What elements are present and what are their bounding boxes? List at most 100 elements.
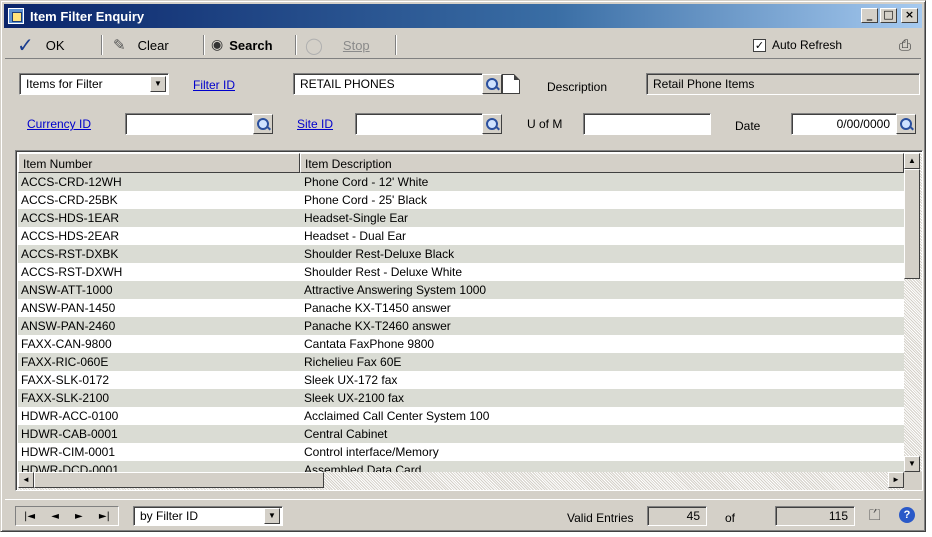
item-description-cell: Shoulder Rest-Deluxe Black xyxy=(304,247,455,261)
table-row[interactable]: ANSW-PAN-1450 Panache KX-T1450 answer xyxy=(18,299,904,317)
vertical-scrollbar[interactable]: ▲ ▼ xyxy=(904,153,922,472)
currency-id-lookup-icon[interactable] xyxy=(253,114,273,134)
item-description-cell: Richelieu Fax 60E xyxy=(304,355,402,369)
minimize-button[interactable]: _ xyxy=(861,8,878,23)
table-row[interactable]: ACCS-HDS-1EAR Headset-Single Ear xyxy=(18,209,904,227)
table-row[interactable]: FAXX-RIC-060E Richelieu Fax 60E xyxy=(18,353,904,371)
item-number-cell: ACCS-CRD-12WH xyxy=(21,175,122,189)
date-field[interactable]: 0/00/0000 xyxy=(791,113,897,135)
last-record-icon[interactable]: ►| xyxy=(99,511,110,522)
table-row[interactable]: ANSW-PAN-2460 Panache KX-T2460 answer xyxy=(18,317,904,335)
help-icon[interactable]: ? xyxy=(899,507,915,523)
item-description-cell: Sleek UX-172 fax xyxy=(304,373,398,387)
item-number-cell: ACCS-HDS-1EAR xyxy=(21,211,120,225)
item-description-cell: Headset - Dual Ear xyxy=(304,229,407,243)
scroll-down-icon[interactable]: ▼ xyxy=(904,456,920,472)
auto-refresh-checkbox[interactable]: ✓ xyxy=(753,38,766,52)
close-button[interactable]: × xyxy=(901,8,918,23)
status-bar: |◄ ◄ ► ►| by Filter ID ▼ Valid Entries 4… xyxy=(5,499,921,529)
table-row[interactable]: ACCS-CRD-12WH Phone Cord - 12' White xyxy=(18,173,904,191)
table-row[interactable]: ACCS-RST-DXBK Shoulder Rest-Deluxe Black xyxy=(18,245,904,263)
table-row[interactable]: HDWR-ACC-0100 Acclaimed Call Center Syste… xyxy=(18,407,904,425)
title-bar[interactable]: Item Filter Enquiry _ □ × xyxy=(4,4,922,28)
scroll-up-icon[interactable]: ▲ xyxy=(904,153,920,169)
printer-icon: ⎙ xyxy=(899,36,912,54)
eraser-icon: ✎ xyxy=(113,36,126,54)
vertical-scroll-thumb[interactable] xyxy=(904,169,920,279)
date-label: Date xyxy=(735,119,761,133)
item-filter-enquiry-window: Item Filter Enquiry _ □ × ✓ OK ✎ Clear ◉… xyxy=(0,0,926,532)
uofm-field[interactable] xyxy=(583,113,711,135)
toolbar-separator xyxy=(101,35,103,55)
site-id-lookup-icon[interactable] xyxy=(482,114,502,134)
item-number-cell: ACCS-CRD-25BK xyxy=(21,193,118,207)
of-label: of xyxy=(725,511,736,525)
scroll-right-icon[interactable]: ► xyxy=(888,472,904,488)
toolbar-separator xyxy=(295,35,297,55)
ok-button[interactable]: ✓ OK xyxy=(17,33,65,57)
auto-refresh-toggle[interactable]: ✓ Auto Refresh xyxy=(753,35,842,55)
auto-refresh-label: Auto Refresh xyxy=(772,38,843,52)
search-button[interactable]: ◉ Search xyxy=(211,35,273,55)
table-row[interactable]: ANSW-ATT-1000 Attractive Answering System… xyxy=(18,281,904,299)
sort-by-dropdown[interactable]: by Filter ID ▼ xyxy=(133,506,283,526)
grid-header: Item Number Item Description xyxy=(18,153,904,173)
horizontal-scrollbar[interactable]: ◄ ► xyxy=(18,472,904,490)
note-icon[interactable] xyxy=(502,74,520,94)
filter-id-lookup-icon[interactable] xyxy=(482,74,502,94)
clear-label: Clear xyxy=(137,37,169,53)
item-number-cell: HDWR-ACC-0100 xyxy=(21,409,119,423)
window-title: Item Filter Enquiry xyxy=(30,9,145,24)
currency-id-link[interactable]: Currency ID xyxy=(27,117,91,131)
filter-id-link[interactable]: Filter ID xyxy=(193,78,235,92)
previous-record-icon[interactable]: ◄ xyxy=(51,511,59,522)
item-description-cell: Phone Cord - 12' White xyxy=(304,175,429,189)
note-icon[interactable]: ⏍ xyxy=(869,506,880,524)
maximize-button[interactable]: □ xyxy=(880,8,897,23)
column-header-item-number[interactable]: Item Number xyxy=(18,153,300,173)
item-number-cell: FAXX-CAN-9800 xyxy=(21,337,112,351)
filter-type-dropdown[interactable]: Items for Filter ▼ xyxy=(19,73,169,95)
currency-id-field[interactable] xyxy=(125,113,253,135)
item-number-cell: ACCS-RST-DXWH xyxy=(21,265,123,279)
table-row[interactable]: FAXX-CAN-9800 Cantata FaxPhone 9800 xyxy=(18,335,904,353)
binoculars-icon: ◉ xyxy=(211,37,224,53)
date-lookup-icon[interactable] xyxy=(896,114,916,134)
column-header-item-description[interactable]: Item Description xyxy=(300,153,904,173)
filter-type-value: Items for Filter xyxy=(26,77,103,91)
search-label: Search xyxy=(229,37,273,53)
description-value: Retail Phone Items xyxy=(653,77,755,91)
chevron-down-icon[interactable]: ▼ xyxy=(264,508,280,524)
valid-entries-label: Valid Entries xyxy=(567,511,634,525)
item-description-cell: Central Cabinet xyxy=(304,427,388,441)
table-row[interactable]: ACCS-HDS-2EAR Headset - Dual Ear xyxy=(18,227,904,245)
table-row[interactable]: FAXX-SLK-0172 Sleek UX-172 fax xyxy=(18,371,904,389)
table-row[interactable]: HDWR-CAB-0001 Central Cabinet xyxy=(18,425,904,443)
chevron-down-icon[interactable]: ▼ xyxy=(150,76,166,92)
next-record-icon[interactable]: ► xyxy=(75,511,83,522)
print-button[interactable]: ⎙ xyxy=(899,35,911,55)
table-row[interactable]: ACCS-CRD-25BK Phone Cord - 25' Black xyxy=(18,191,904,209)
items-grid[interactable]: Item Number Item Description ACCS-CRD-12… xyxy=(15,150,923,491)
checkmark-icon: ✓ xyxy=(17,33,34,57)
clear-button[interactable]: ✎ Clear xyxy=(113,35,169,55)
table-row[interactable]: ACCS-RST-DXWH Shoulder Rest - Deluxe Whit… xyxy=(18,263,904,281)
site-id-link[interactable]: Site ID xyxy=(297,117,333,131)
uofm-label: U of M xyxy=(527,117,563,131)
table-row[interactable]: HDWR-DCD-0001 Assembled Data Card xyxy=(18,461,904,472)
table-row[interactable]: FAXX-SLK-2100 Sleek UX-2100 fax xyxy=(18,389,904,407)
stop-label: Stop xyxy=(342,37,370,53)
record-navigation: |◄ ◄ ► ►| xyxy=(15,506,119,526)
site-id-field[interactable] xyxy=(355,113,483,135)
stop-button[interactable]: ◯ Stop xyxy=(305,35,370,55)
item-description-cell: Cantata FaxPhone 9800 xyxy=(304,337,435,351)
scroll-left-icon[interactable]: ◄ xyxy=(18,472,34,488)
valid-entries-count: 45 xyxy=(647,506,707,526)
filter-id-field[interactable]: RETAIL PHONES xyxy=(293,73,483,95)
table-row[interactable]: HDWR-CIM-0001 Control interface/Memory xyxy=(18,443,904,461)
filter-fields: Items for Filter ▼ Filter ID RETAIL PHON… xyxy=(5,63,921,147)
item-number-cell: HDWR-DCD-0001 xyxy=(21,463,120,472)
horizontal-scroll-thumb[interactable] xyxy=(34,472,324,488)
item-description-cell: Sleek UX-2100 fax xyxy=(304,391,405,405)
first-record-icon[interactable]: |◄ xyxy=(24,511,35,522)
